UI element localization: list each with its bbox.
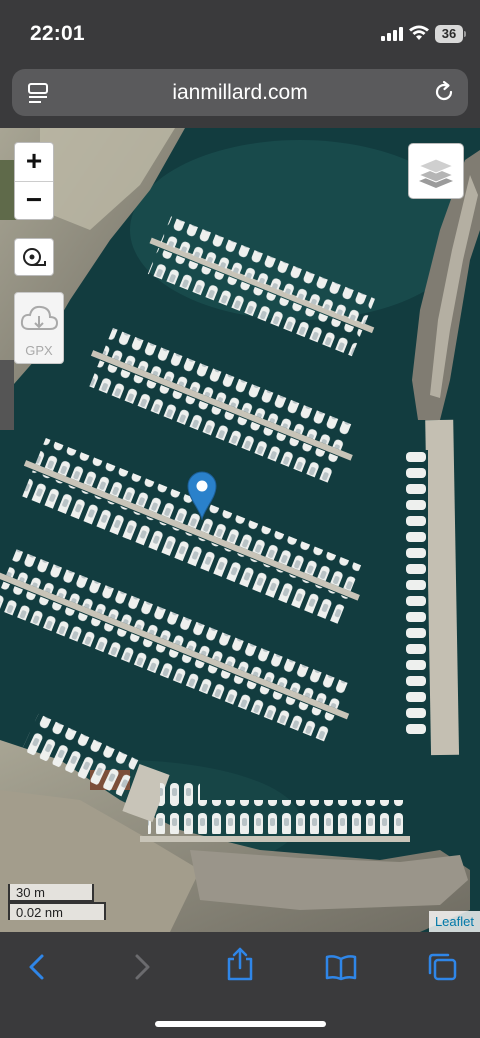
wifi-icon: [409, 25, 429, 40]
tape-measure-icon: [23, 248, 46, 266]
status-time: 22:01: [30, 22, 85, 45]
address-bar[interactable]: ianmillard.com: [12, 69, 468, 116]
browser-toolbar: [0, 932, 480, 1038]
tabs-icon[interactable]: [425, 952, 459, 982]
location-pin-icon[interactable]: [186, 470, 218, 520]
back-icon[interactable]: [22, 952, 56, 982]
leaflet-attribution[interactable]: Leaflet: [428, 911, 480, 932]
reload-icon[interactable]: [432, 80, 456, 104]
status-bar: 22:01 36: [0, 0, 480, 68]
zoom-control: + −: [14, 142, 54, 220]
scale-nautical: 0.02 nm: [8, 902, 106, 920]
battery-cap: [464, 31, 466, 37]
bookmarks-icon[interactable]: [324, 952, 358, 982]
home-indicator: [155, 1021, 326, 1027]
scale-metric: 30 m: [8, 884, 94, 902]
layers-icon: [417, 158, 455, 188]
cloud-download-icon: [20, 305, 59, 330]
url-text[interactable]: ianmillard.com: [12, 81, 468, 105]
scale-bar: 30 m 0.02 nm: [8, 884, 108, 920]
battery-icon: 36: [435, 25, 463, 43]
layers-button[interactable]: [408, 143, 464, 199]
satellite-imagery: [0, 128, 480, 932]
zoom-in-button[interactable]: +: [15, 143, 53, 181]
zoom-out-button[interactable]: −: [15, 182, 53, 220]
forward-icon[interactable]: [124, 952, 158, 982]
gpx-download-button[interactable]: GPX: [14, 292, 64, 364]
share-icon[interactable]: [223, 946, 257, 982]
satellite-map[interactable]: + − GPX 30 m 0.02 nm Leaflet: [0, 128, 480, 932]
cellular-signal-icon: [381, 27, 403, 41]
gpx-label: GPX: [25, 343, 53, 358]
measure-button[interactable]: [14, 238, 54, 276]
